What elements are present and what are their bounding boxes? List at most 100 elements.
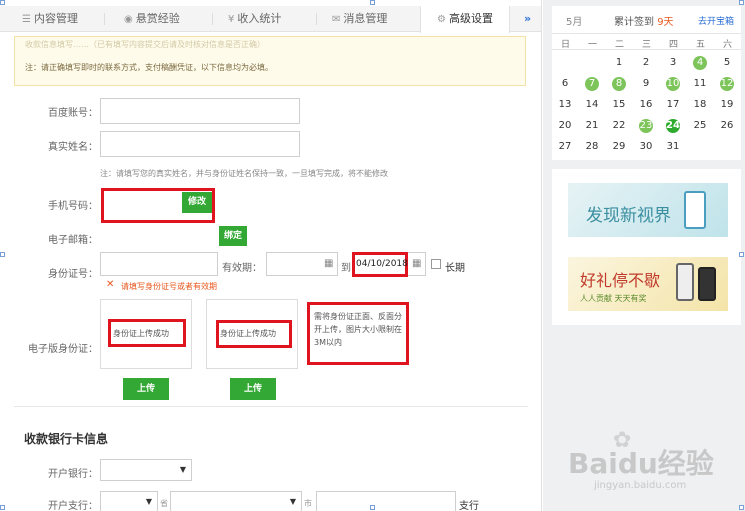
checkin-days: 9天: [657, 17, 674, 28]
bank-section-title: 收款银行卡信息: [24, 432, 109, 446]
calendar-day[interactable]: 19: [720, 98, 734, 112]
calendar-day[interactable]: 26: [720, 119, 734, 133]
to-label: 到: [341, 263, 351, 274]
resize-handle[interactable]: [0, 0, 5, 5]
real-name-hint: 注：请填写您的真实姓名，并与身份证姓名保持一致，一旦填写完成，将不能修改: [100, 169, 388, 178]
calendar-day[interactable]: 21: [585, 119, 599, 133]
phone-icon: [684, 191, 706, 229]
long-term-checkbox[interactable]: [431, 259, 441, 269]
baidu-account-input[interactable]: [100, 98, 300, 124]
upload-back-status: 身份证上传成功: [220, 329, 276, 338]
phone-icon: [698, 267, 716, 301]
calendar-day[interactable]: 2: [639, 56, 653, 70]
branch-suffix: 支行: [459, 501, 479, 511]
calendar-day[interactable]: 25: [693, 119, 707, 133]
list-icon: ☰: [22, 14, 31, 25]
error-x-icon: ✕: [106, 279, 115, 290]
calendar-day[interactable]: 31: [666, 140, 680, 154]
bank-select[interactable]: ▼: [100, 459, 192, 481]
calendar-day[interactable]: 27: [558, 140, 572, 154]
calendar-day-checked[interactable]: 7: [585, 77, 599, 91]
tabs-more-button[interactable]: »: [524, 6, 531, 32]
calendar-day[interactable]: 30: [639, 140, 653, 154]
tab-messages[interactable]: ✉ 消息管理: [332, 6, 387, 32]
calendar-day[interactable]: 6: [558, 77, 572, 91]
calendar-day[interactable]: 3: [666, 56, 680, 70]
ad-banner-1[interactable]: 发现新视界: [568, 183, 728, 237]
message-icon: ✉: [332, 14, 341, 25]
branch-label: 开户支行：: [48, 501, 98, 511]
resize-handle[interactable]: [0, 252, 5, 257]
watermark-brand: Baidu经验: [568, 447, 714, 480]
phone-label: 手机号码：: [48, 201, 98, 212]
calendar-day[interactable]: 9: [639, 77, 653, 91]
idcard-label: 身份证号：: [48, 269, 98, 280]
upload-back-button[interactable]: 上传: [230, 378, 276, 400]
dropdown-arrow-icon: ▼: [289, 497, 296, 506]
calendar-day[interactable]: 15: [612, 98, 626, 112]
e-idcard-label: 电子版身份证：: [28, 344, 98, 355]
calendar-day[interactable]: 11: [693, 77, 707, 91]
calendar-day-checked[interactable]: 10: [666, 77, 680, 91]
calendar-day[interactable]: 1: [612, 56, 626, 70]
calendar-icon[interactable]: ▦: [412, 258, 421, 269]
real-name-input[interactable]: [100, 131, 300, 157]
section-divider: [14, 406, 528, 407]
gear-icon: ⚙: [437, 14, 446, 25]
phone-icon: [676, 263, 694, 301]
resize-handle[interactable]: [370, 505, 375, 510]
calendar-day-checked[interactable]: 12: [720, 77, 734, 91]
calendar-day[interactable]: 18: [693, 98, 707, 112]
watermark-url: jingyan.baidu.com: [594, 480, 687, 491]
calendar-day[interactable]: 16: [639, 98, 653, 112]
upload-front-button[interactable]: 上传: [123, 378, 169, 400]
ad-banner-1-text: 发现新视界: [586, 206, 671, 226]
open-treasure-link[interactable]: 去开宝箱: [698, 14, 734, 27]
phone-modify-button[interactable]: 修改: [182, 192, 212, 213]
calendar-day[interactable]: 17: [666, 98, 680, 112]
long-term-label: 长期: [445, 263, 465, 274]
tab-income[interactable]: ¥ 收入统计: [228, 6, 281, 32]
calendar-day[interactable]: 20: [558, 119, 572, 133]
checkin-calendar: 日一二三四五六 1 2 3 4 5 6 7 8 9 10 11 12 13 14 15 16 17 18 19 20 21…: [552, 34, 741, 160]
email-bind-button[interactable]: 绑定: [219, 226, 247, 246]
resize-handle[interactable]: [739, 252, 744, 257]
calendar-day-checked[interactable]: 4: [693, 56, 707, 70]
resize-handle[interactable]: [739, 0, 744, 5]
province-select[interactable]: ▼: [100, 491, 158, 511]
city-select[interactable]: ▼: [170, 491, 302, 511]
main-panel: ☰ 内容管理 ◉ 悬赏经验 ¥ 收入统计 ✉ 消息管理 ⚙ 高级设置 » 收款信息填写………: [0, 0, 542, 511]
resize-handle[interactable]: [739, 505, 744, 510]
upload-front-status: 身份证上传成功: [113, 329, 169, 338]
bank-label: 开户银行：: [48, 469, 98, 480]
calendar-day[interactable]: 13: [558, 98, 572, 112]
real-name-label: 真实姓名：: [48, 142, 98, 153]
baidu-account-label: 百度账号：: [48, 108, 98, 119]
calendar-day[interactable]: 14: [585, 98, 599, 112]
calendar-day-checked[interactable]: 8: [612, 77, 626, 91]
idcard-input[interactable]: [100, 252, 218, 276]
calendar-day[interactable]: 28: [585, 140, 599, 154]
dropdown-arrow-icon: ▼: [179, 465, 186, 474]
yen-icon: ¥: [228, 14, 235, 25]
calendar-divider: [552, 49, 741, 50]
tab-reward[interactable]: ◉ 悬赏经验: [124, 6, 180, 32]
resize-handle[interactable]: [370, 0, 375, 5]
calendar-day-today[interactable]: 24: [666, 119, 680, 133]
calendar-day[interactable]: 22: [612, 119, 626, 133]
tab-separator: [104, 13, 105, 25]
branch-input[interactable]: [316, 491, 456, 511]
calendar-day-checked[interactable]: 23: [639, 119, 653, 133]
email-label: 电子邮箱：: [48, 235, 98, 246]
ad-banner-2[interactable]: 好礼停不歇 人人贡献 天天有奖: [568, 257, 728, 311]
resize-handle[interactable]: [0, 505, 5, 510]
paw-icon: ✿: [613, 428, 632, 453]
end-date-value: 04/10/2018: [356, 259, 408, 269]
calendar-day[interactable]: 29: [612, 140, 626, 154]
notice-line-1: 收款信息填写……（已有填写内容提交后请及时核对信息是否正确）: [25, 40, 265, 49]
calendar-icon[interactable]: ▦: [324, 258, 333, 269]
calendar-day[interactable]: 5: [720, 56, 734, 70]
checkin-summary: 累计签到 9天: [614, 17, 674, 28]
tab-advanced-settings[interactable]: ⚙ 高级设置: [420, 6, 510, 33]
tab-content-manage[interactable]: ☰ 内容管理: [22, 6, 78, 32]
